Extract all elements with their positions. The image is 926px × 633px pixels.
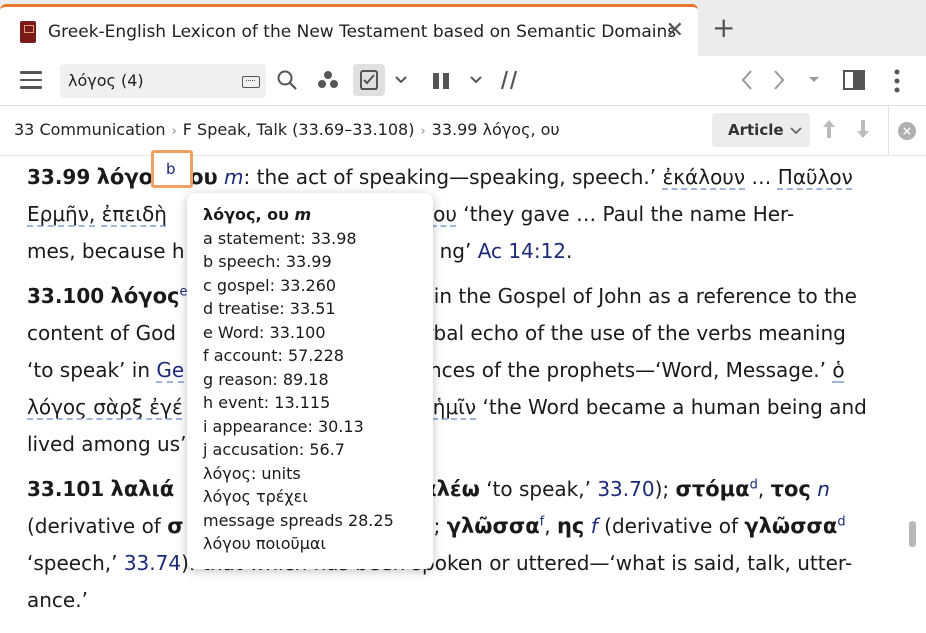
- entry-number: 33.99: [27, 165, 91, 189]
- entry-headword: λαλιά: [110, 477, 175, 501]
- breadcrumb: 33 Communication › F Speak, Talk (33.69–33…: [14, 120, 560, 139]
- close-circle-icon[interactable]: ×: [898, 122, 916, 140]
- entry-gender: m: [224, 165, 244, 189]
- tab-title: Greek-English Lexicon of the New Testame…: [48, 21, 677, 42]
- forward-icon[interactable]: [772, 69, 786, 91]
- breadcrumb-item[interactable]: 33 Communication: [14, 120, 166, 139]
- entry-text: : the act of speaking—speaking, speech.’: [243, 165, 657, 189]
- greek-word[interactable]: ἐπειδὴ: [102, 202, 167, 226]
- popup-line[interactable]: i appearance: 30.13: [203, 415, 433, 439]
- popup-line[interactable]: λόγος τρέχει: [203, 485, 433, 509]
- popup-line[interactable]: λόγου ποιοῦμαι: [203, 532, 433, 556]
- sense-popup: λόγος, ου m a statement: 33.98 b speech:…: [187, 193, 433, 569]
- arrow-down-icon[interactable]: [855, 118, 871, 140]
- cross-reference-link[interactable]: 33.70: [597, 477, 654, 501]
- cross-reference-link[interactable]: 33.74: [124, 551, 181, 575]
- breadcrumb-item[interactable]: F Speak, Talk (33.69–33.108): [183, 120, 415, 139]
- popup-line[interactable]: f account: 57.228: [203, 344, 433, 368]
- entry-number: 33.101: [27, 477, 105, 501]
- popup-heading: λόγος, ου m: [203, 205, 312, 224]
- sense-superscript[interactable]: d: [837, 514, 845, 529]
- cluster-icon[interactable]: [316, 69, 340, 91]
- keyboard-icon[interactable]: [242, 76, 260, 88]
- sense-superscript[interactable]: d: [750, 477, 758, 492]
- popup-line[interactable]: e Word: 33.100: [203, 321, 433, 345]
- chevron-down-icon[interactable]: [394, 75, 408, 85]
- breadcrumb-separator: ›: [171, 124, 177, 139]
- breadcrumb-separator: ›: [420, 124, 426, 139]
- popup-line[interactable]: a statement: 33.98: [203, 227, 433, 251]
- search-icon[interactable]: [276, 69, 298, 91]
- entry-headword: λόγος: [110, 284, 180, 308]
- dropdown-icon[interactable]: [808, 76, 820, 84]
- parallel-icon[interactable]: [499, 69, 519, 91]
- article-label: Article: [728, 121, 784, 139]
- chevron-down-icon: [789, 127, 802, 135]
- notes-button[interactable]: [353, 64, 385, 96]
- more-icon[interactable]: [893, 69, 901, 93]
- book-icon: [20, 20, 36, 43]
- highlighted-sense-letter: b: [166, 160, 176, 178]
- popup-line[interactable]: h event: 13.115: [203, 391, 433, 415]
- popup-line[interactable]: λόγος: units: [203, 462, 433, 486]
- arrow-up-icon[interactable]: [821, 118, 837, 140]
- toolbar: [0, 56, 926, 106]
- greek-word[interactable]: ἐκάλουν: [662, 165, 745, 189]
- article-content: 33.99 λόγο ου m: the act of speaking—spea…: [0, 157, 926, 633]
- popup-line[interactable]: d treatise: 33.51: [203, 297, 433, 321]
- breadcrumb-item[interactable]: 33.99 λόγος, ου: [432, 120, 560, 139]
- menu-icon[interactable]: [20, 71, 42, 89]
- notes-icon: [360, 70, 378, 90]
- popup-line[interactable]: g reason: 89.18: [203, 368, 433, 392]
- entry-number: 33.100: [27, 284, 105, 308]
- greek-word[interactable]: Ερμῆν,: [27, 202, 95, 226]
- greek-word[interactable]: Παῦλον: [778, 165, 853, 189]
- article-dropdown[interactable]: Article: [712, 113, 810, 147]
- bible-reference-link[interactable]: Ge: [156, 358, 184, 382]
- scrollbar-thumb[interactable]: [909, 521, 916, 547]
- panel-icon[interactable]: [843, 70, 865, 90]
- close-tab-icon[interactable]: ✕: [666, 19, 684, 43]
- bible-reference-link[interactable]: Ac 14:12: [478, 239, 566, 263]
- entries: 33.99 λόγο ου m: the act of speaking—spea…: [27, 159, 881, 627]
- search-input[interactable]: [60, 64, 235, 97]
- entry-33-101: 33.101 λαλιά αλέω ‘to speak,’ 33.70); στό…: [27, 477, 853, 612]
- chevron-down-icon[interactable]: [469, 75, 483, 85]
- greek-word[interactable]: ἡμῖν: [433, 395, 476, 419]
- popup-line[interactable]: c gospel: 33.260: [203, 274, 433, 298]
- entry-33-100: 33.100 λόγοςe in the Gospel of John as a…: [27, 284, 867, 456]
- new-tab-icon[interactable]: +: [712, 13, 735, 43]
- popup-line[interactable]: message spreads 28.25: [203, 509, 433, 533]
- divider: [888, 106, 889, 156]
- tab-bar: Greek-English Lexicon of the New Testame…: [0, 0, 926, 56]
- greek-word[interactable]: λόγος σὰρξ ἐγέ: [27, 395, 183, 419]
- columns-icon[interactable]: [431, 71, 451, 91]
- popup-line[interactable]: b speech: 33.99: [203, 250, 433, 274]
- popup-line[interactable]: j accusation: 56.7: [203, 438, 433, 462]
- greek-word[interactable]: ὁ: [832, 358, 844, 382]
- search-box: [60, 64, 266, 98]
- tab-lexicon[interactable]: Greek-English Lexicon of the New Testame…: [0, 4, 698, 56]
- back-icon[interactable]: [740, 69, 754, 91]
- breadcrumb-bar: 33 Communication › F Speak, Talk (33.69–33…: [0, 106, 926, 156]
